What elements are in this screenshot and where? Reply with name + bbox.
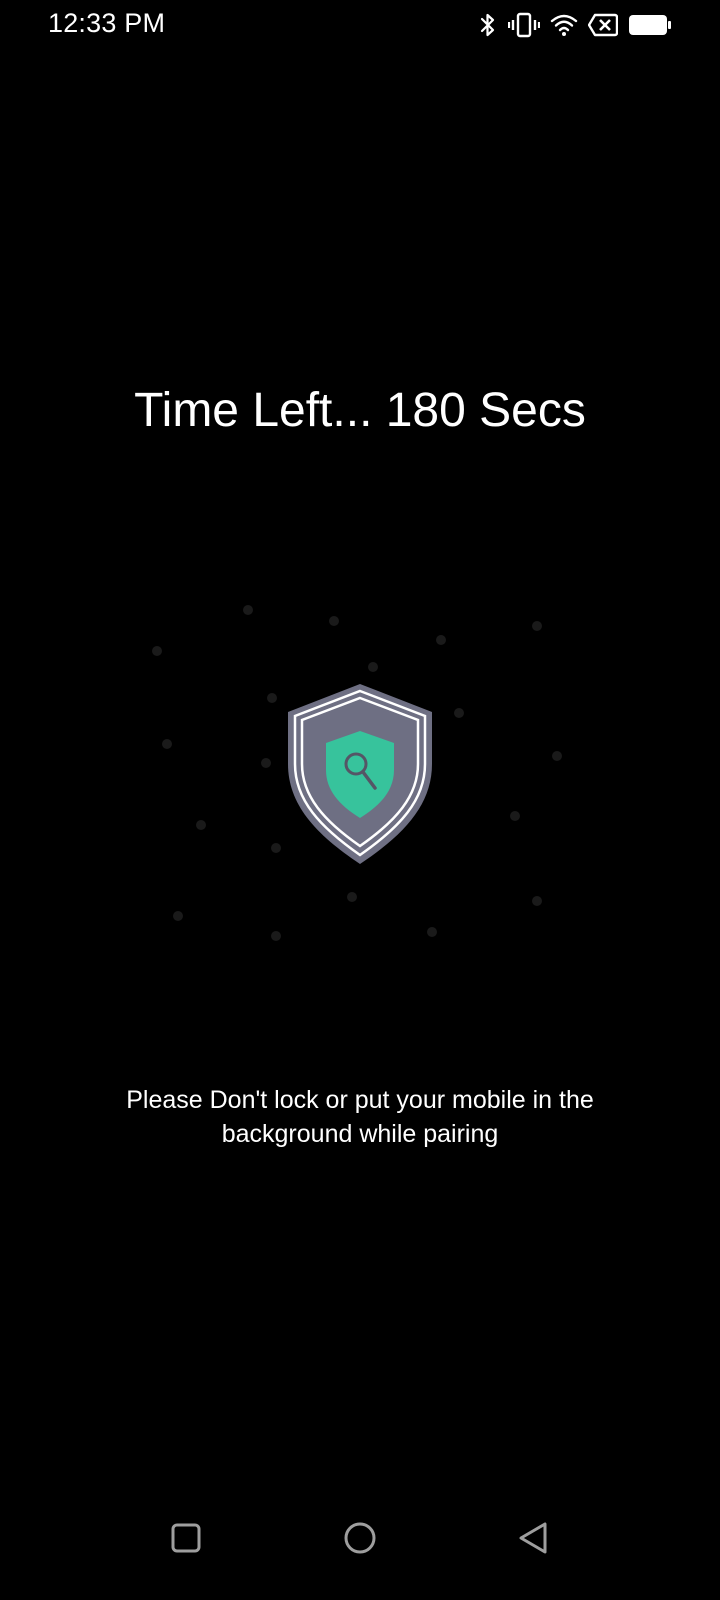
bluetooth-icon	[478, 12, 498, 38]
status-time: 12:33 PM	[48, 8, 166, 38]
status-icons	[478, 10, 672, 40]
triangle-back-icon	[517, 1521, 551, 1560]
circle-home-icon	[343, 1521, 377, 1560]
shield-search-icon	[288, 684, 432, 864]
back-button[interactable]	[504, 1510, 564, 1570]
navigation-bar	[0, 1510, 720, 1590]
home-button[interactable]	[330, 1510, 390, 1570]
square-recents-icon	[170, 1522, 202, 1559]
status-bar: 12:33 PM	[0, 0, 720, 50]
no-sim-icon	[588, 13, 618, 37]
battery-icon	[628, 14, 672, 36]
scan-graphic	[0, 560, 720, 960]
vibrate-icon	[508, 12, 540, 38]
pairing-warning-text: Please Don't lock or put your mobile in …	[126, 1086, 594, 1148]
time-left-label: Time Left... 180 Secs	[134, 384, 586, 437]
recents-button[interactable]	[156, 1510, 216, 1570]
pairing-screen: 12:33 PM Time Left... 180 Secs Please Do…	[0, 0, 720, 1600]
wifi-icon	[550, 13, 578, 37]
